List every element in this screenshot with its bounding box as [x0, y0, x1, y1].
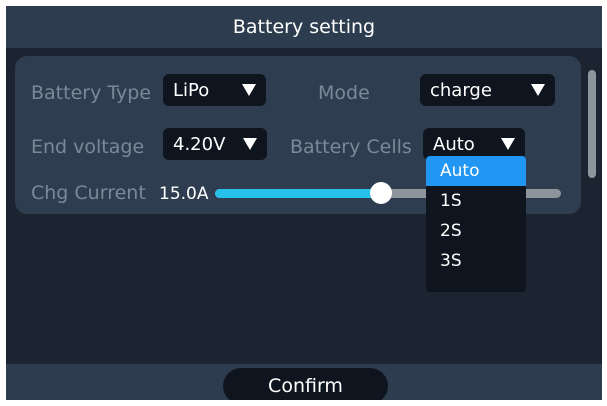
charge-current-slider-handle[interactable] [370, 182, 393, 204]
confirm-label: Confirm [268, 375, 343, 397]
end-voltage-value: 4.20V [173, 133, 226, 155]
dropdown-option-3s[interactable]: 3S [426, 246, 526, 276]
page-title: Battery setting [232, 16, 376, 38]
charge-current-label: Chg Current [31, 182, 146, 204]
confirm-button[interactable]: Confirm [223, 368, 388, 400]
dropdown-option-2s[interactable]: 2S [426, 216, 526, 246]
chevron-down-icon [501, 138, 515, 150]
dropdown-option-auto[interactable]: Auto [426, 156, 526, 186]
mode-dropdown[interactable]: charge [420, 74, 555, 106]
battery-cells-value: Auto [433, 133, 475, 155]
scrollbar[interactable] [588, 70, 596, 178]
battery-type-label: Battery Type [31, 82, 152, 104]
end-voltage-label: End voltage [31, 136, 145, 158]
device-screen: Battery setting Battery Type LiPo Mode c… [6, 6, 602, 400]
dropdown-option-1s[interactable]: 1S [426, 186, 526, 216]
battery-type-value: LiPo [173, 79, 210, 101]
battery-cells-options: Auto 1S 2S 3S [426, 156, 526, 292]
chevron-down-icon [531, 84, 545, 96]
mode-value: charge [430, 79, 492, 101]
mode-label: Mode [318, 82, 370, 104]
charge-current-slider-fill [215, 189, 382, 198]
title-bar: Battery setting [6, 6, 602, 48]
battery-type-dropdown[interactable]: LiPo [163, 74, 266, 106]
charge-current-value: 15.0A [159, 184, 209, 204]
end-voltage-dropdown[interactable]: 4.20V [163, 128, 267, 160]
chevron-down-icon [242, 84, 256, 96]
chevron-down-icon [243, 138, 257, 150]
battery-cells-label: Battery Cells [290, 136, 412, 158]
